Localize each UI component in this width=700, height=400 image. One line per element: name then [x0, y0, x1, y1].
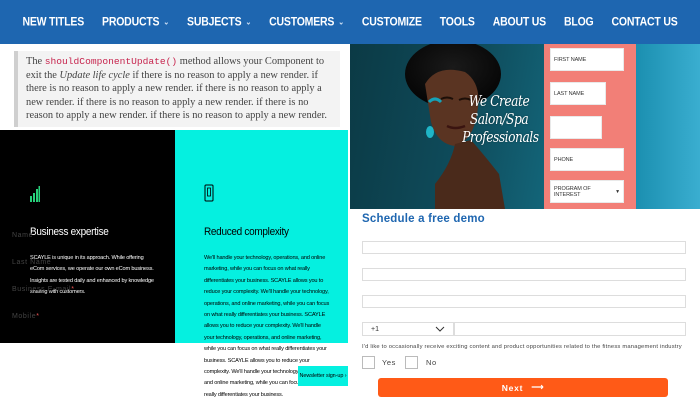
nav-customize[interactable]: CUSTOMIZE	[353, 15, 431, 29]
no-label: No	[426, 358, 437, 367]
top-nav: NEW TITLES PRODUCTS ⌄ SUBJECTS ⌄ CUSTOMERS…	[0, 0, 700, 44]
nav-subjects[interactable]: SUBJECTS ⌄	[178, 15, 260, 29]
page: NEW TITLES PRODUCTS ⌄ SUBJECTS ⌄ CUSTOMERS…	[0, 0, 700, 400]
required-mark: *	[71, 286, 75, 293]
hero-background-right	[636, 44, 700, 209]
doc-quote: The shouldComponentUpdate() method allow…	[14, 51, 340, 127]
doc-section: The shouldComponentUpdate() method allow…	[0, 44, 348, 130]
inline-code: shouldComponentUpdate()	[44, 56, 178, 67]
doc-emphasis: Update life cycle	[59, 69, 130, 81]
phone-icon	[204, 184, 214, 202]
business-email-label: Business E-mail*	[12, 286, 75, 293]
chevron-down-icon	[435, 326, 445, 332]
newsletter-signup-button[interactable]: Newsletter sign-up ›	[298, 366, 348, 386]
name-label: Name	[12, 232, 34, 239]
nav-products[interactable]: PRODUCTS ⌄	[93, 15, 178, 29]
nav-tools[interactable]: TOOLS	[431, 15, 484, 29]
program-select[interactable]: PROGRAM OF INTEREST ▼	[550, 180, 624, 203]
label-text: Business E-mail	[12, 286, 72, 293]
business-email-input[interactable]	[362, 295, 686, 308]
form-title: Schedule a free demo	[362, 213, 485, 225]
feature-title: Reduced complexity	[204, 226, 289, 239]
nav-label: SUBJECTS	[187, 15, 242, 29]
last-name-field[interactable]: LAST NAME	[550, 82, 606, 105]
consent-no-radio[interactable]	[405, 356, 418, 369]
nav-customers[interactable]: CUSTOMERS ⌄	[260, 15, 353, 29]
doc-text: The	[26, 56, 45, 67]
hero-headline: We Create Salon/Spa Professionals	[462, 92, 539, 146]
dropdown-arrow-icon: ▼	[615, 188, 620, 195]
first-name-field[interactable]: FIRST NAME	[550, 48, 624, 71]
next-button[interactable]: Next ⟶	[378, 378, 668, 397]
chevron-down-icon: ⌄	[245, 18, 252, 27]
mobile-input[interactable]	[454, 322, 686, 336]
next-label: Next	[501, 382, 524, 393]
bar-chart-icon	[30, 186, 40, 202]
chevron-down-icon: ⌄	[338, 18, 344, 27]
phone-field[interactable]: PHONE	[550, 148, 624, 171]
nav-label: CUSTOMIZE	[361, 15, 422, 29]
nav-about-us[interactable]: ABOUT US	[484, 15, 555, 29]
program-select-value: PROGRAM OF INTEREST	[554, 185, 591, 198]
nav-label: NEW TITLES	[22, 15, 85, 29]
nav-blog[interactable]: BLOG	[555, 15, 603, 29]
hero-lead-form: FIRST NAME LAST NAME PHONE PROGRAM OF IN…	[544, 44, 636, 209]
nav-label: CONTACT US	[611, 15, 678, 29]
nav-new-titles[interactable]: NEW TITLES	[13, 15, 93, 29]
nav-label: PRODUCTS	[102, 15, 160, 29]
email-field[interactable]	[550, 116, 602, 139]
nav-contact-us[interactable]: CONTACT US	[603, 15, 687, 29]
mobile-label: Mobile*	[12, 313, 40, 320]
nav-label: TOOLS	[439, 15, 475, 29]
yes-label: Yes	[382, 358, 397, 367]
consent-yes-radio[interactable]	[362, 356, 375, 369]
last-name-label: Last Name	[12, 259, 52, 266]
label-text: Mobile	[12, 313, 37, 320]
nav-label: BLOG	[563, 15, 594, 29]
hero-banner: We Create Salon/Spa Professionals FIRST …	[350, 44, 700, 209]
name-input[interactable]	[362, 241, 686, 254]
nav-label: CUSTOMERS	[269, 15, 335, 29]
chevron-down-icon: ⌄	[163, 18, 170, 27]
last-name-input[interactable]	[362, 268, 686, 281]
consent-text: I'd like to occasionally receive excitin…	[362, 344, 682, 350]
nav-label: ABOUT US	[492, 15, 546, 29]
arrow-right-icon: ⟶	[531, 382, 545, 392]
dial-code: +1	[371, 325, 379, 333]
country-code-select[interactable]: +1	[362, 322, 454, 336]
required-mark: *	[36, 313, 40, 320]
feature-title: Business expertise	[30, 226, 109, 239]
